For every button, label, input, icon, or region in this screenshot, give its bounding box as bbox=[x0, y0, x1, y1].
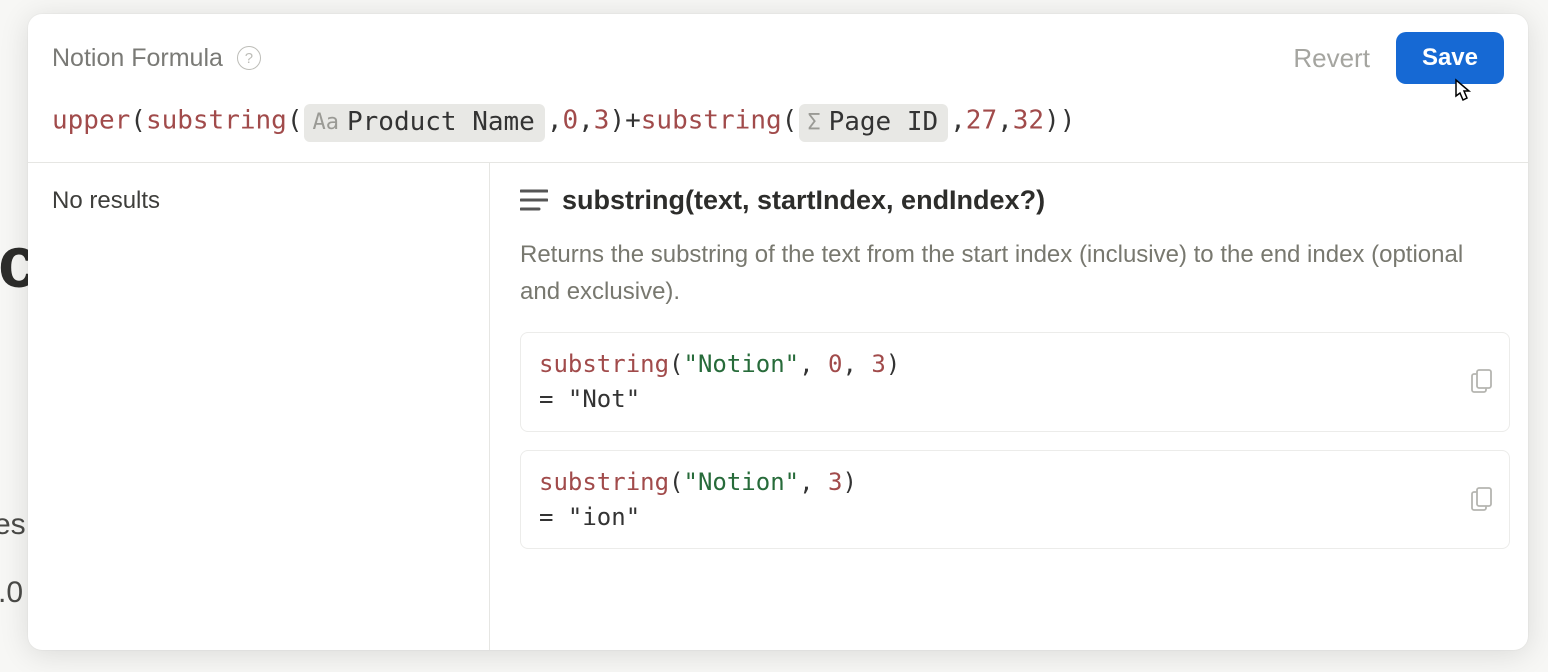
fn-upper: upper bbox=[52, 106, 130, 136]
paren: ) bbox=[842, 468, 856, 496]
copy-icon[interactable] bbox=[1471, 487, 1493, 513]
function-signature: substring(text, startIndex, endIndex?) bbox=[562, 185, 1045, 216]
comma: , bbox=[997, 106, 1013, 136]
property-token-page-id[interactable]: Σ Page ID bbox=[799, 104, 948, 142]
sep: , bbox=[799, 468, 828, 496]
modal-header: Notion Formula ? Revert Save bbox=[28, 14, 1528, 100]
sep: , bbox=[799, 350, 828, 378]
paren: ( bbox=[669, 350, 683, 378]
help-icon[interactable]: ? bbox=[237, 46, 261, 70]
number-literal: 3 bbox=[871, 350, 885, 378]
comma: , bbox=[578, 106, 594, 136]
modal-title: Notion Formula bbox=[52, 44, 223, 73]
background-text: .0 bbox=[0, 576, 23, 610]
fn-substring: substring bbox=[146, 106, 287, 136]
number-literal: 3 bbox=[828, 468, 842, 496]
paren: ( bbox=[669, 468, 683, 496]
fn-substring: substring bbox=[641, 106, 782, 136]
text-lines-icon bbox=[520, 189, 548, 211]
example-fn: substring bbox=[539, 350, 669, 378]
paren: ) bbox=[609, 106, 625, 136]
text-property-icon: Aa bbox=[312, 109, 339, 138]
example-block: substring("Notion", 0, 3) = "Not" bbox=[520, 332, 1510, 432]
number-literal: 0 bbox=[828, 350, 842, 378]
example-result: = "Not" bbox=[539, 382, 1491, 417]
save-button[interactable]: Save bbox=[1396, 32, 1504, 84]
documentation-panel: substring(text, startIndex, endIndex?) R… bbox=[490, 163, 1528, 650]
paren: ) bbox=[1060, 106, 1076, 136]
revert-button[interactable]: Revert bbox=[1279, 35, 1384, 82]
copy-icon[interactable] bbox=[1471, 369, 1493, 395]
no-results-label: No results bbox=[52, 187, 465, 215]
function-description: Returns the substring of the text from t… bbox=[520, 236, 1480, 310]
sep: , bbox=[842, 350, 871, 378]
example-fn: substring bbox=[539, 468, 669, 496]
string-literal: "Notion" bbox=[684, 468, 800, 496]
comma: , bbox=[547, 106, 563, 136]
paren: ( bbox=[130, 106, 146, 136]
number-literal: 3 bbox=[594, 106, 610, 136]
comma: , bbox=[950, 106, 966, 136]
string-literal: "Notion" bbox=[684, 350, 800, 378]
number-literal: 32 bbox=[1013, 106, 1044, 136]
number-literal: 27 bbox=[966, 106, 997, 136]
signature-row: substring(text, startIndex, endIndex?) bbox=[520, 185, 1510, 216]
property-token-product-name[interactable]: Aa Product Name bbox=[304, 104, 544, 142]
property-token-label: Page ID bbox=[829, 106, 939, 140]
example-result: = "ion" bbox=[539, 500, 1491, 535]
paren: ) bbox=[1044, 106, 1060, 136]
plus-operator: + bbox=[625, 106, 641, 136]
paren: ( bbox=[782, 106, 798, 136]
paren: ) bbox=[886, 350, 900, 378]
formula-input[interactable]: upper(substring(AaProduct Name,0,3)+subs… bbox=[28, 100, 1528, 163]
background-text: es bbox=[0, 508, 26, 542]
property-token-label: Product Name bbox=[347, 106, 535, 140]
suggestions-panel: No results bbox=[28, 163, 490, 650]
formula-property-icon: Σ bbox=[807, 109, 820, 138]
paren: ( bbox=[287, 106, 303, 136]
formula-editor-modal: Notion Formula ? Revert Save upper(subst… bbox=[28, 14, 1528, 650]
modal-body: No results substring(text, startIndex, e… bbox=[28, 163, 1528, 650]
example-block: substring("Notion", 3) = "ion" bbox=[520, 450, 1510, 550]
number-literal: 0 bbox=[562, 106, 578, 136]
